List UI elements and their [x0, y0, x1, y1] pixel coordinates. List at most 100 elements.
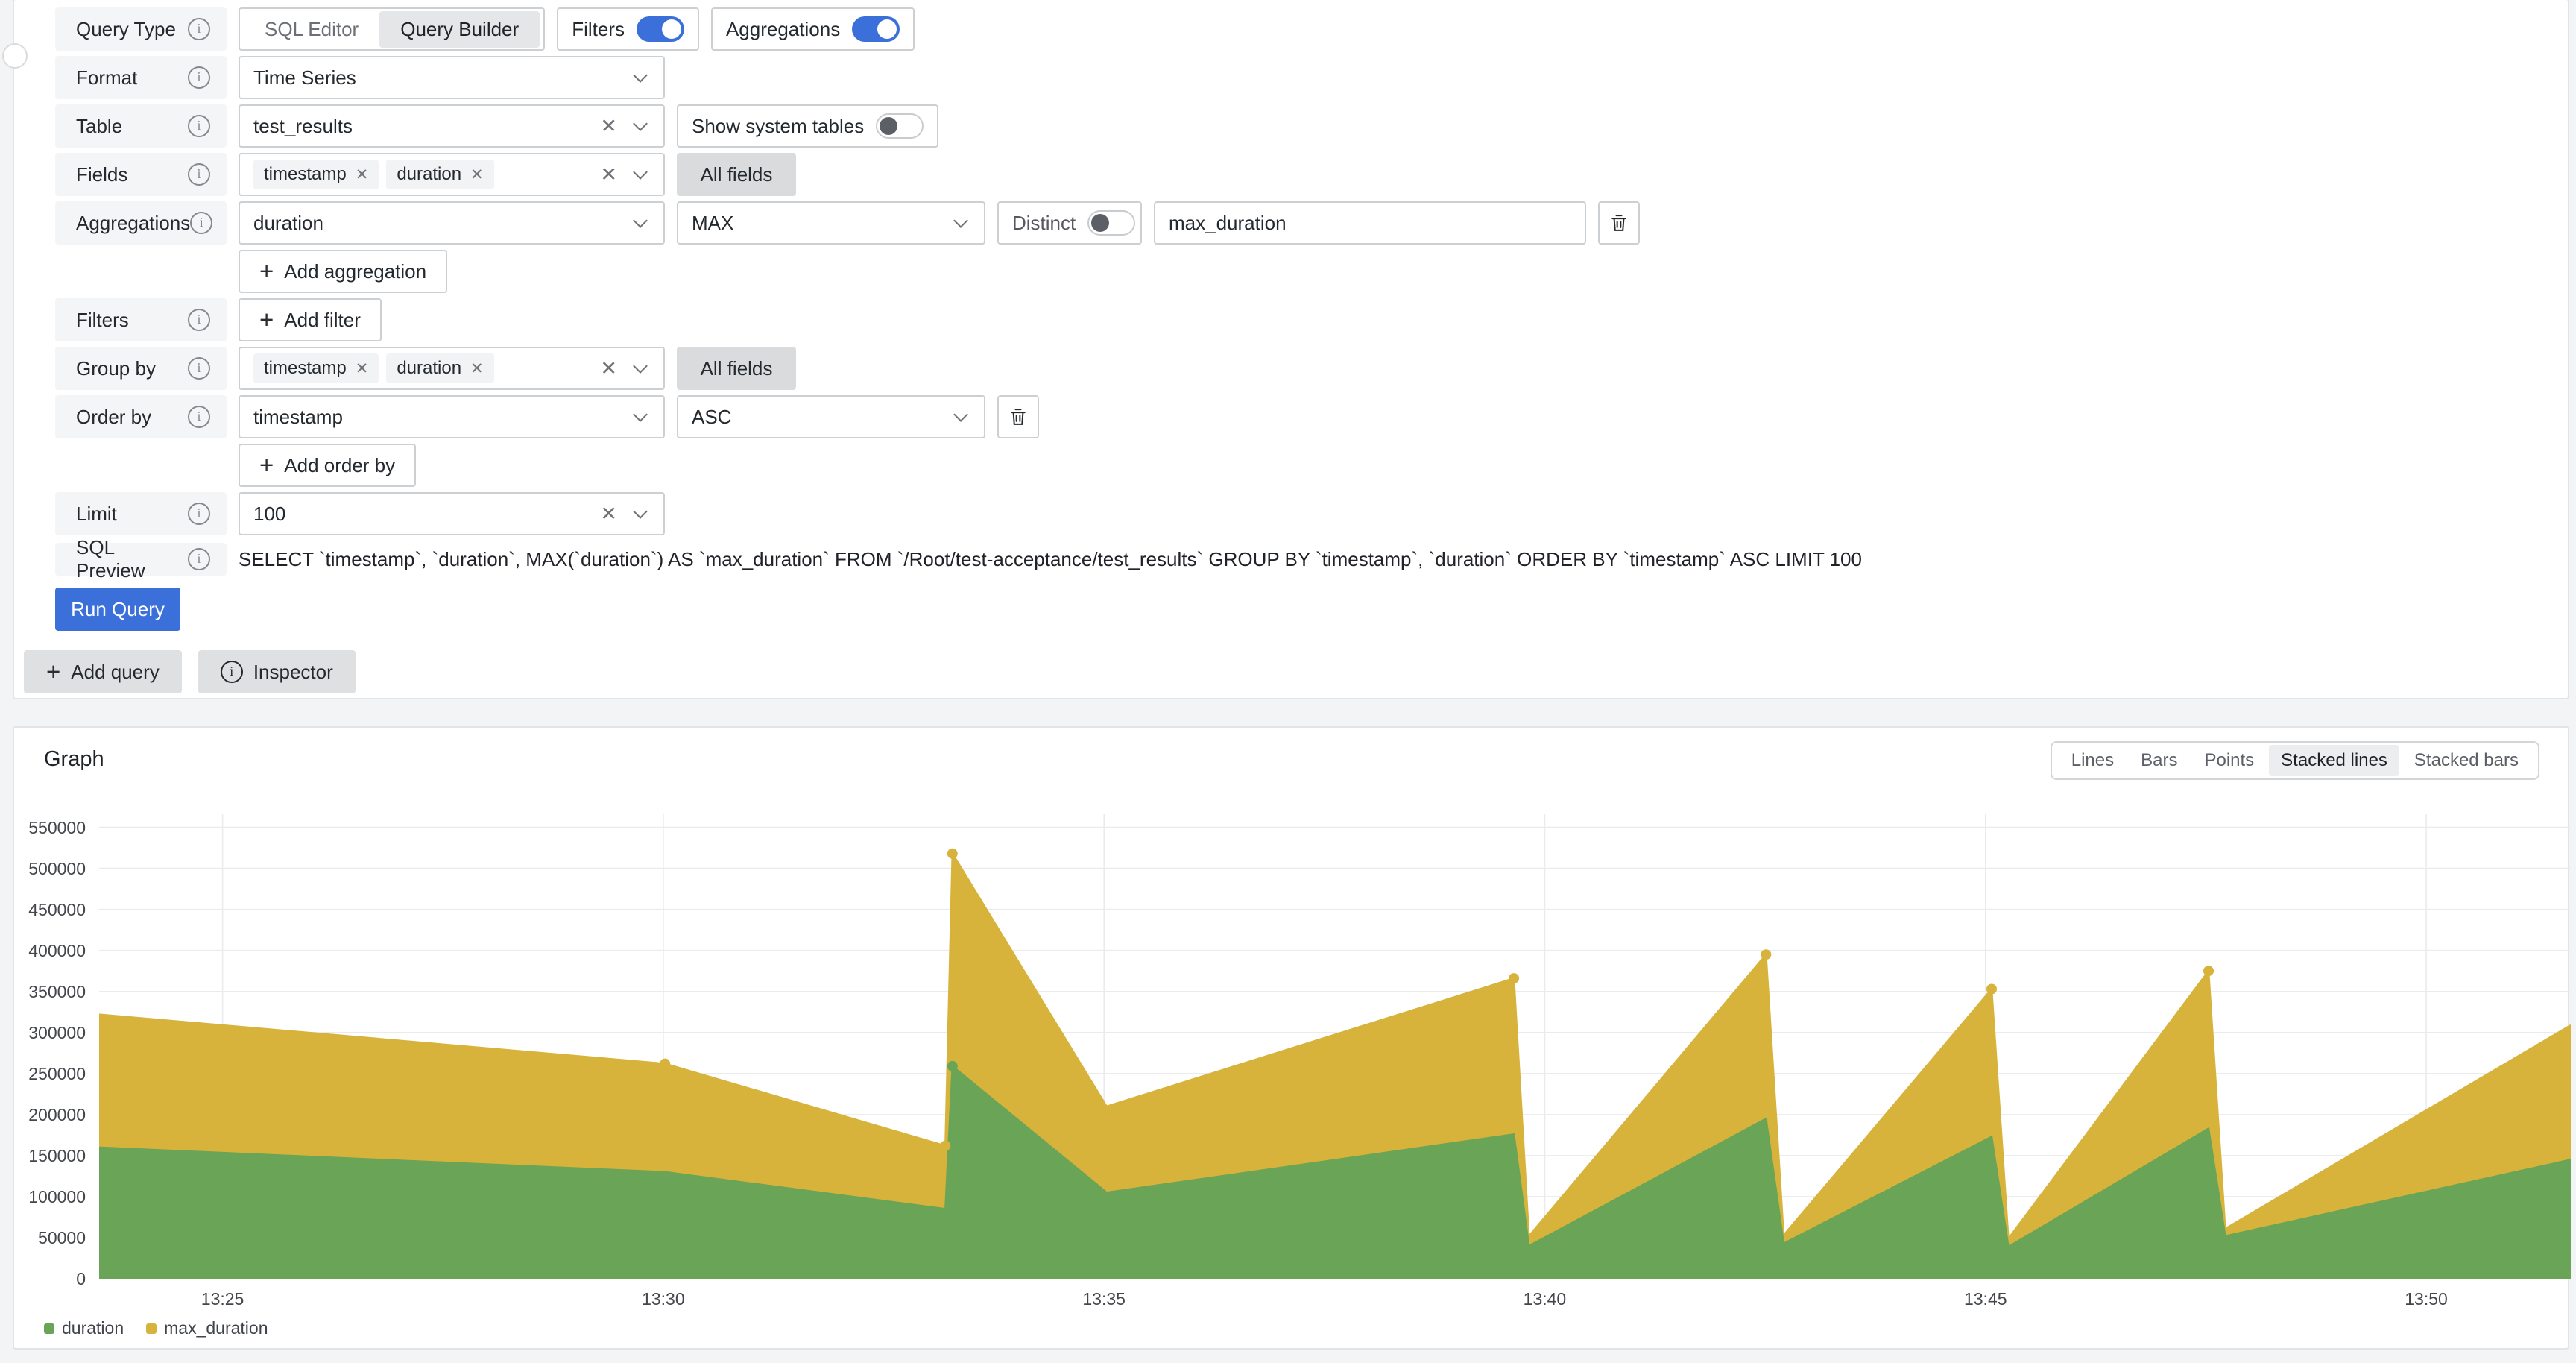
y-axis-label: 500000 [28, 858, 86, 878]
filters-toggle-box: Filters [557, 7, 699, 51]
plus-icon: + [259, 257, 274, 285]
add-order-by-label: Add order by [284, 453, 396, 476]
aggregation-alias-input[interactable]: max_duration [1154, 201, 1586, 245]
info-icon[interactable]: i [188, 163, 210, 186]
aggregation-function-select[interactable]: MAX [677, 201, 985, 245]
order-by-column-select[interactable]: timestamp [239, 395, 665, 438]
clear-icon[interactable]: ✕ [600, 115, 617, 138]
table-label-cell: Table i [55, 104, 227, 148]
run-query-button[interactable]: Run Query [55, 588, 180, 631]
query-footer: + Add query i Inspector [24, 650, 356, 693]
x-axis-label: 13:35 [1082, 1289, 1126, 1309]
chevron-down-icon [633, 213, 648, 228]
table-select[interactable]: test_results ✕ [239, 104, 665, 148]
add-filter-button[interactable]: + Add filter [239, 298, 382, 341]
add-query-label: Add query [71, 660, 160, 683]
info-icon[interactable]: i [190, 212, 213, 234]
info-icon[interactable]: i [188, 309, 210, 331]
info-icon[interactable]: i [188, 18, 210, 40]
limit-select[interactable]: 100 ✕ [239, 492, 665, 535]
aggregation-column-select[interactable]: duration [239, 201, 665, 245]
format-select[interactable]: Time Series [239, 56, 665, 99]
tab-sql-editor[interactable]: SQL Editor [244, 11, 379, 48]
y-axis-label: 0 [76, 1269, 86, 1288]
chip-label: timestamp [264, 164, 347, 184]
inspector-label: Inspector [253, 660, 333, 683]
add-query-button[interactable]: + Add query [24, 650, 182, 693]
group-by-all-fields-button[interactable]: All fields [677, 347, 796, 390]
field-chip-duration: duration ✕ [386, 160, 494, 189]
remove-chip-icon[interactable]: ✕ [356, 359, 369, 378]
info-icon[interactable]: i [188, 548, 210, 570]
aggregations-toggle-box: Aggregations [710, 7, 915, 51]
aggregations-row: Aggregations i duration MAX Distinct max… [55, 201, 2568, 245]
x-axis-label: 13:25 [201, 1289, 244, 1309]
filters-toggle[interactable] [636, 16, 684, 42]
fields-all-fields-button[interactable]: All fields [677, 153, 796, 196]
remove-chip-icon[interactable]: ✕ [470, 166, 484, 184]
group-by-label-cell: Group by i [55, 347, 227, 390]
info-icon[interactable]: i [188, 406, 210, 428]
format-row: Format i Time Series [55, 56, 2568, 99]
y-axis-label: 150000 [28, 1145, 86, 1165]
fields-label-cell: Fields i [55, 153, 227, 196]
group-chip-timestamp: timestamp ✕ [253, 353, 379, 383]
toggle-knob [661, 19, 681, 39]
clear-icon[interactable]: ✕ [600, 357, 617, 380]
fields-row: Fields i timestamp ✕ duration ✕ ✕ All fi… [55, 153, 2568, 196]
distinct-toggle-box: Distinct [997, 201, 1142, 245]
y-axis-label: 350000 [28, 981, 86, 1001]
add-aggregation-label: Add aggregation [284, 259, 427, 283]
legend-label: duration [62, 1318, 124, 1338]
limit-label: Limit [76, 502, 117, 525]
query-type-label: Query Type [76, 17, 176, 40]
info-icon[interactable]: i [188, 357, 210, 380]
chart-legend: duration max_duration [44, 1318, 268, 1338]
info-icon[interactable]: i [188, 66, 210, 89]
all-fields-label: All fields [700, 163, 773, 186]
order-by-direction-select[interactable]: ASC [677, 395, 985, 438]
show-system-tables-toggle[interactable] [876, 113, 924, 139]
chevron-down-icon [633, 165, 648, 180]
remove-chip-icon[interactable]: ✕ [356, 166, 369, 184]
remove-order-by-button[interactable] [997, 395, 1039, 438]
tab-lines[interactable]: Lines [2059, 745, 2126, 776]
distinct-toggle[interactable] [1087, 210, 1136, 236]
tab-stacked-bars[interactable]: Stacked bars [2402, 745, 2531, 776]
fields-label: Fields [76, 163, 128, 186]
fields-multiselect[interactable]: timestamp ✕ duration ✕ ✕ [239, 153, 665, 196]
remove-chip-icon[interactable]: ✕ [470, 359, 484, 378]
panel-edge-handle[interactable] [2, 43, 28, 69]
remove-aggregation-button[interactable] [1598, 201, 1640, 245]
tab-stacked-lines[interactable]: Stacked lines [2269, 745, 2399, 776]
run-query-label: Run Query [71, 597, 165, 620]
tab-bars[interactable]: Bars [2129, 745, 2189, 776]
trash-icon [1011, 409, 1026, 425]
info-icon[interactable]: i [188, 115, 210, 137]
x-axis-label: 13:50 [2405, 1289, 2448, 1309]
sql-preview-text: SELECT `timestamp`, `duration`, MAX(`dur… [239, 547, 1862, 570]
sql-preview-label-cell: SQL Preview i [55, 536, 227, 582]
add-aggregation-row: + Add aggregation [55, 250, 2568, 293]
stacked-area-chart[interactable] [98, 814, 2572, 1279]
order-by-column-value: timestamp [253, 405, 343, 428]
limit-row: Limit i 100 ✕ [55, 492, 2568, 535]
tab-points[interactable]: Points [2192, 745, 2266, 776]
group-by-multiselect[interactable]: timestamp ✕ duration ✕ ✕ [239, 347, 665, 390]
legend-item-max_duration[interactable]: max_duration [146, 1318, 268, 1338]
add-order-by-button[interactable]: + Add order by [239, 444, 417, 487]
inspector-button[interactable]: i Inspector [198, 650, 356, 693]
tab-query-builder[interactable]: Query Builder [379, 10, 540, 48]
info-icon[interactable]: i [188, 503, 210, 525]
aggregation-column-value: duration [253, 211, 323, 234]
aggregations-toggle[interactable] [852, 16, 900, 42]
clear-icon[interactable]: ✕ [600, 503, 617, 526]
format-label: Format [76, 66, 138, 89]
add-aggregation-button[interactable]: + Add aggregation [239, 250, 448, 293]
legend-label: max_duration [164, 1318, 268, 1338]
show-system-tables-label: Show system tables [692, 114, 865, 137]
legend-item-duration[interactable]: duration [44, 1318, 124, 1338]
chip-label: timestamp [264, 358, 347, 378]
clear-icon[interactable]: ✕ [600, 163, 617, 186]
